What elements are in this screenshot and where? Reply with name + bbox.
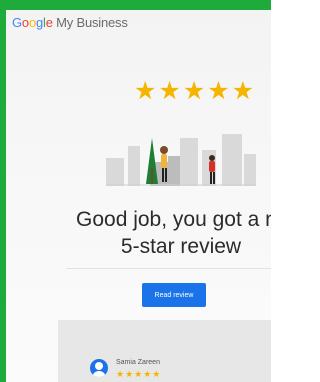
celebration-illustration: [106, 134, 256, 186]
headline-line-2: 5-star review: [120, 235, 242, 258]
headline-line-1: Good job, you got a new: [76, 208, 271, 231]
screen: Google My Business ★★★★★ Good job, you g…: [6, 10, 271, 382]
rating-stars: ★★★★★: [134, 77, 257, 105]
person-avatar-icon: [90, 359, 108, 377]
review-card[interactable]: [58, 320, 271, 382]
review-stars: ★★★★★: [116, 369, 162, 379]
read-review-button[interactable]: Read review: [142, 283, 206, 307]
headline: Good job, you got a new 5-star review: [76, 206, 271, 260]
app-brand: Google My Business: [12, 15, 128, 30]
reviewer-name: Samia Zareen: [116, 359, 160, 366]
divider: [66, 268, 271, 269]
